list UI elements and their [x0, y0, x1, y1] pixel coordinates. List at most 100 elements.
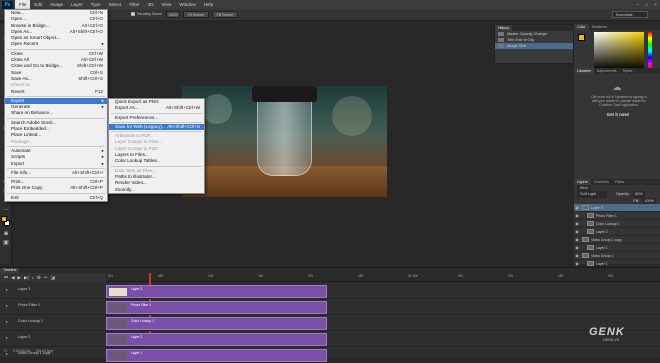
export-menu-item-save-for-web-legacy[interactable]: Save for Web (Legacy)... Alt+Shift+Ctrl+S	[109, 123, 204, 131]
menu-filter[interactable]: Filter	[125, 0, 143, 9]
layer-row[interactable]: ◉ Layer 3	[574, 204, 660, 212]
layer-row[interactable]: ◉ Video Group 1	[574, 252, 660, 260]
play-icon[interactable]: ▶	[18, 275, 21, 281]
prev-frame-icon[interactable]: ◀	[11, 275, 14, 281]
fill-screen-button[interactable]: Fill Screen	[212, 11, 238, 18]
video-clip[interactable]: Layer 3	[106, 285, 327, 298]
transition-icon[interactable]: ◪	[51, 275, 55, 281]
hue-slider[interactable]	[648, 32, 652, 70]
menu-item-label: Print...	[11, 179, 25, 185]
video-clip[interactable]: Layer 2	[106, 333, 327, 346]
render-icon[interactable]: ⎚	[4, 349, 7, 353]
close-window-button[interactable]: ×	[651, 1, 660, 9]
tab-swatches[interactable]: Swatches	[589, 24, 611, 30]
scrubby-zoom-checkbox[interactable]	[131, 12, 135, 16]
layer-thumbnail	[587, 221, 594, 226]
export-menu-item-color-lookup-tables[interactable]: Color Lookup Tables...	[109, 158, 204, 164]
first-frame-icon[interactable]: ⏮	[4, 275, 8, 280]
file-menu-item-revert[interactable]: Revert F12	[5, 89, 107, 95]
settings-gear-icon[interactable]: ⚙	[37, 275, 41, 281]
file-menu-item-file-info[interactable]: File Info... Alt+Shift+Ctrl+I	[5, 170, 107, 176]
minimize-button[interactable]: –	[633, 1, 642, 9]
expand-track-icon[interactable]: ▸	[6, 319, 8, 324]
screen-mode-icon[interactable]: ▣	[2, 239, 10, 247]
menu-item-label: Layer Comps to Files...	[115, 139, 163, 145]
color-picker-field[interactable]	[594, 32, 644, 70]
menu-3d[interactable]: 3D	[144, 0, 158, 9]
visibility-eye-icon[interactable]: ◉	[574, 228, 580, 236]
export-menu-item-export-as[interactable]: Export As... Alt+Shift+Ctrl+W	[109, 105, 204, 111]
menu-items: File Edit Image Layer Type Select Filter 3D View…	[15, 0, 217, 9]
more-tools-icon[interactable]: …	[2, 205, 10, 213]
shortcut-label: F12	[95, 88, 103, 94]
shortcut-label: Alt+Shift+Ctrl+W	[165, 105, 200, 111]
expand-track-icon[interactable]: ▸	[6, 287, 8, 292]
visibility-eye-icon[interactable]: ◉	[574, 212, 580, 220]
menu-help[interactable]: Help	[200, 0, 217, 9]
menu-file[interactable]: File	[15, 0, 31, 9]
tab-styles[interactable]: Styles	[620, 68, 636, 74]
color-swatches[interactable]	[0, 215, 11, 229]
video-clip[interactable]: Photo Filter 1	[106, 301, 327, 314]
layer-row[interactable]: ◉ Video Group 1 copy	[574, 236, 660, 244]
zoom-100-button[interactable]: 100%	[166, 11, 180, 18]
file-menu-item-import[interactable]: Import ▸	[5, 161, 107, 167]
visibility-eye-icon[interactable]: ◉	[574, 204, 580, 212]
next-frame-icon[interactable]: ▶|	[24, 275, 29, 281]
track-name: Color Lookup 1	[18, 319, 44, 323]
visibility-eye-icon[interactable]: ◉	[574, 252, 580, 260]
layer-name: Photo Filter 1	[596, 213, 617, 218]
export-menu-item-export-preferences[interactable]: Export Preferences...	[109, 115, 204, 121]
menu-image[interactable]: Image	[46, 0, 67, 9]
photoshop-logo-icon[interactable]: Ps	[2, 0, 13, 9]
history-item[interactable]: Image Size	[495, 43, 573, 49]
fill-input[interactable]: 100%	[642, 198, 656, 204]
blend-mode-select[interactable]: Soft Light	[577, 191, 607, 198]
get-it-now-link[interactable]: Get it now!	[600, 112, 636, 117]
tab-adjustments[interactable]: Adjustments	[594, 68, 620, 74]
split-clip-icon[interactable]: ✂	[44, 275, 48, 281]
tab-paths[interactable]: Paths	[612, 179, 627, 185]
time-ruler[interactable]: 01f 05f 10f 15f 20f 25f 01:00f 05f 10f 15f 20f	[106, 273, 660, 282]
opacity-input[interactable]: 60%	[632, 191, 645, 198]
fit-screen-button[interactable]: Fit Screen	[183, 11, 209, 18]
menu-item-label: File Info...	[11, 169, 32, 175]
layer-row[interactable]: ◉ Color Lookup 1	[574, 220, 660, 228]
menu-separator	[7, 192, 105, 194]
file-menu-item-share-on-behance[interactable]: Share on Behance...	[5, 110, 107, 116]
file-menu-item-open-recent[interactable]: Open Recent ▸	[5, 41, 107, 47]
menu-window[interactable]: Window	[175, 0, 199, 9]
foreground-color-swatch[interactable]	[1, 216, 7, 222]
document-image[interactable]	[182, 86, 387, 197]
export-menu-item-zoomify[interactable]: Zoomify...	[109, 187, 204, 193]
menu-item-label: Generate	[11, 104, 31, 110]
audio-icon[interactable]: ♪	[32, 275, 34, 280]
video-clip[interactable]: Color Lookup 1	[106, 317, 327, 330]
color-panel-foreground[interactable]	[578, 34, 585, 41]
layers-list: ◉ Layer 3 ◉ Photo Filter 1 ◉ Color Lookup 1 ◉ L…	[574, 204, 660, 268]
layer-row[interactable]: ◉ Layer 1	[574, 244, 660, 252]
maximize-button[interactable]: □	[642, 1, 651, 9]
tab-color[interactable]: Color	[574, 24, 589, 30]
menu-layer[interactable]: Layer	[67, 0, 87, 9]
menu-edit[interactable]: Edit	[30, 0, 46, 9]
menu-view[interactable]: View	[157, 0, 175, 9]
expand-track-icon[interactable]: ▸	[6, 335, 8, 340]
file-menu-item-print-one-copy[interactable]: Print One Copy Alt+Shift+Ctrl+P	[5, 185, 107, 191]
quick-mask-icon[interactable]: ◙	[2, 230, 10, 238]
visibility-eye-icon[interactable]: ◉	[574, 244, 580, 252]
workspace-select[interactable]: Essentials	[612, 11, 648, 18]
expand-track-icon[interactable]: ▸	[6, 303, 8, 308]
menu-separator	[7, 145, 105, 147]
menu-item-label: Color Lookup Tables...	[115, 158, 161, 164]
visibility-eye-icon[interactable]: ◉	[574, 220, 580, 228]
visibility-eye-icon[interactable]: ◉	[574, 236, 580, 244]
menu-separator	[7, 177, 105, 179]
menu-select[interactable]: Select	[105, 0, 126, 9]
menu-type[interactable]: Type	[87, 0, 105, 9]
video-clip[interactable]: Layer 1	[106, 349, 327, 362]
libraries-message: Get more out of Libraries by signing in …	[591, 95, 647, 107]
tab-libraries[interactable]: Libraries	[574, 68, 594, 74]
tab-channels[interactable]: Channels	[591, 179, 612, 185]
file-menu-item-exit[interactable]: Exit Ctrl+Q	[5, 195, 107, 201]
